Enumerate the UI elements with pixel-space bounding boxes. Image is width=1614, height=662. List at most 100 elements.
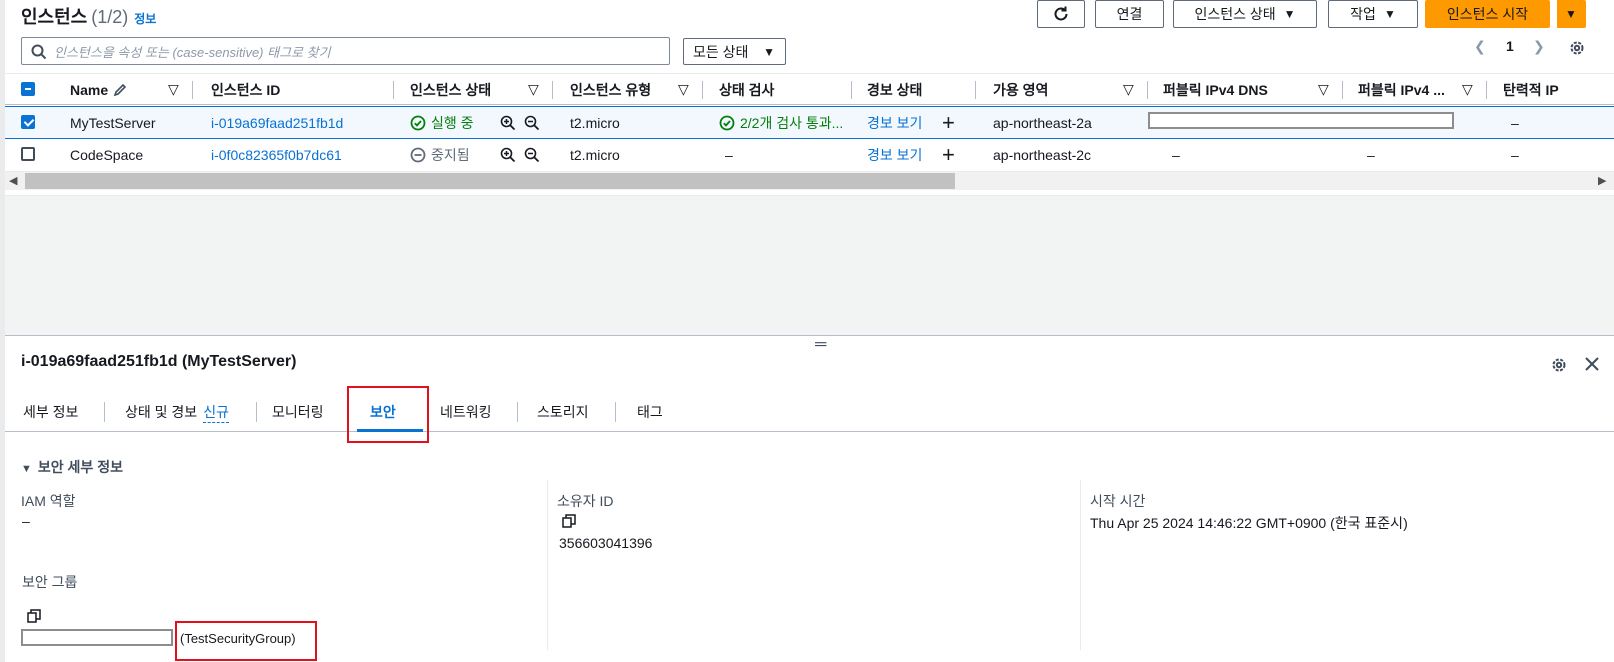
tab-label: 상태 및 경보 [125, 404, 198, 420]
elastic-ip: – [1511, 146, 1519, 163]
tab-storage[interactable]: 스토리지 [537, 392, 589, 432]
row-checkbox[interactable] [21, 115, 35, 129]
close-icon[interactable] [1584, 356, 1600, 372]
column-header-instance-type[interactable]: 인스턴스 유형 [570, 74, 651, 105]
column-header-elastic-ip[interactable]: 탄력적 IP [1503, 74, 1559, 105]
current-page[interactable]: 1 [1506, 38, 1514, 54]
table-header: Name ▽ 인스턴스 ID 인스턴스 상태 ▽ 인스턴스 유형 ▽ 상태 검사… [5, 73, 1614, 105]
tab-status-alarms[interactable]: 상태 및 경보 신규 [125, 392, 229, 432]
tab-details[interactable]: 세부 정보 [23, 392, 78, 432]
column-header-label: 상태 검사 [719, 81, 775, 98]
column-divider [547, 480, 548, 650]
scroll-right-icon[interactable]: ▶ [1598, 174, 1606, 187]
redacted-security-group-id [21, 629, 173, 646]
column-divider [1080, 480, 1081, 650]
zoom-in-icon[interactable] [500, 147, 516, 163]
horizontal-scrollbar[interactable]: ◀ ▶ [5, 172, 1614, 190]
sort-caret-icon[interactable]: ▽ [528, 74, 539, 105]
column-divider[interactable] [851, 81, 852, 99]
column-header-label: 탄력적 IP [1503, 81, 1559, 98]
add-alarm-plus-icon[interactable]: + [942, 139, 955, 170]
copy-icon[interactable] [27, 609, 41, 623]
column-divider[interactable] [975, 81, 976, 99]
security-tab-highlight [347, 386, 429, 443]
connect-button[interactable]: 연결 [1095, 0, 1164, 28]
next-page-icon[interactable]: ❯ [1533, 38, 1545, 55]
owner-id-value: 356603041396 [559, 535, 653, 551]
caret-down-icon: ▼ [1383, 7, 1396, 21]
column-divider[interactable] [1342, 81, 1343, 99]
status-filter-select[interactable]: 모든 상태 ▼ [683, 38, 786, 65]
select-all-checkbox[interactable] [21, 82, 35, 96]
column-divider[interactable] [552, 81, 553, 99]
search-input[interactable]: 인스턴스을 속성 또는 (case-sensitive) 태그로 찾기 [21, 37, 670, 65]
view-alarms-link[interactable]: 경보 보기 [867, 139, 922, 170]
column-header-alarm-status[interactable]: 경보 상태 [867, 74, 922, 105]
add-alarm-plus-icon[interactable]: + [942, 107, 955, 138]
tab-divider [615, 402, 616, 422]
view-alarms-link[interactable]: 경보 보기 [867, 107, 922, 138]
tab-monitoring[interactable]: 모니터링 [272, 392, 324, 432]
launch-dropdown-button[interactable]: ▼ [1556, 0, 1586, 28]
scroll-left-icon[interactable]: ◀ [9, 174, 17, 187]
zoom-in-icon[interactable] [500, 115, 516, 131]
instance-state-button[interactable]: 인스턴스 상태 ▼ [1173, 0, 1317, 28]
instance-id-link[interactable]: i-019a69faad251fb1d [211, 107, 343, 138]
settings-gear-icon[interactable] [1550, 356, 1568, 374]
details-tabs: 세부 정보 상태 및 경보 신규 모니터링 보안 네트워킹 스토리지 태그 [5, 392, 1614, 432]
page-title: 인스턴스 (1/2) 정보 [21, 3, 156, 29]
instance-state-label: 인스턴스 상태 [1194, 6, 1276, 22]
scrollbar-thumb[interactable] [25, 173, 955, 189]
settings-gear-icon[interactable] [1568, 39, 1586, 57]
security-details-section-header[interactable]: ▼ 보안 세부 정보 [21, 457, 123, 477]
page-title-text: 인스턴스 [21, 7, 88, 27]
launch-instance-button[interactable]: 인스턴스 시작 [1425, 0, 1550, 28]
sort-caret-icon[interactable]: ▽ [168, 74, 179, 105]
column-header-instance-id[interactable]: 인스턴스 ID [211, 74, 280, 105]
table-row[interactable]: MyTestServer i-019a69faad251fb1d 실행 중 t2… [5, 106, 1614, 139]
zoom-out-icon[interactable] [524, 147, 540, 163]
column-header-public-dns[interactable]: 퍼블릭 IPv4 DNS [1163, 74, 1268, 105]
caret-down-icon: ▼ [763, 45, 775, 59]
section-title: 보안 세부 정보 [37, 459, 123, 475]
search-placeholder: 인스턴스을 속성 또는 (case-sensitive) 태그로 찾기 [54, 44, 331, 60]
column-header-name[interactable]: Name [70, 74, 127, 105]
tab-label: 세부 정보 [23, 404, 79, 420]
instance-state: 중지됨 [410, 139, 470, 170]
iam-role-value: – [22, 513, 30, 529]
tab-tags[interactable]: 태그 [637, 392, 663, 432]
column-divider[interactable] [1147, 81, 1148, 99]
public-dns: – [1172, 146, 1180, 163]
pane-splitter[interactable] [5, 335, 1614, 336]
info-link[interactable]: 정보 [134, 12, 156, 26]
availability-zone: ap-northeast-2a [993, 114, 1092, 131]
copy-icon[interactable] [562, 514, 576, 528]
status-filter-value: 모든 상태 [693, 43, 749, 60]
column-divider[interactable] [702, 81, 703, 99]
row-checkbox[interactable] [21, 147, 35, 161]
stopped-circle-icon [410, 147, 426, 162]
column-header-status-check[interactable]: 상태 검사 [719, 74, 774, 105]
sort-caret-icon[interactable]: ▽ [1123, 74, 1134, 105]
column-header-instance-state[interactable]: 인스턴스 상태 [410, 74, 491, 105]
previous-page-icon[interactable]: ❮ [1474, 38, 1486, 55]
sort-caret-icon[interactable]: ▽ [1462, 74, 1473, 105]
column-header-public-ipv4[interactable]: 퍼블릭 IPv4 ... [1358, 74, 1445, 105]
sort-caret-icon[interactable]: ▽ [678, 74, 689, 105]
instance-id-link[interactable]: i-0f0c82365f0b7dc61 [211, 139, 342, 170]
zoom-out-icon[interactable] [524, 115, 540, 131]
sort-caret-icon[interactable]: ▽ [1318, 74, 1329, 105]
column-header-availability-zone[interactable]: 가용 영역 [993, 74, 1048, 105]
actions-button[interactable]: 작업 ▼ [1328, 0, 1418, 28]
security-groups-label: 보안 그룹 [22, 574, 78, 590]
table-row[interactable]: CodeSpace i-0f0c82365f0b7dc61 중지됨 t2.mic… [5, 139, 1614, 172]
refresh-button[interactable] [1037, 0, 1085, 28]
instance-name: MyTestServer [70, 114, 156, 131]
details-title: i-019a69faad251fb1d (MyTestServer) [21, 353, 297, 370]
column-divider[interactable] [1486, 81, 1487, 99]
tab-networking[interactable]: 네트워킹 [440, 392, 492, 432]
column-divider[interactable] [393, 81, 394, 99]
resize-handle-icon[interactable]: ═ [815, 336, 826, 354]
elastic-ip: – [1511, 114, 1519, 131]
column-divider[interactable] [192, 81, 193, 99]
